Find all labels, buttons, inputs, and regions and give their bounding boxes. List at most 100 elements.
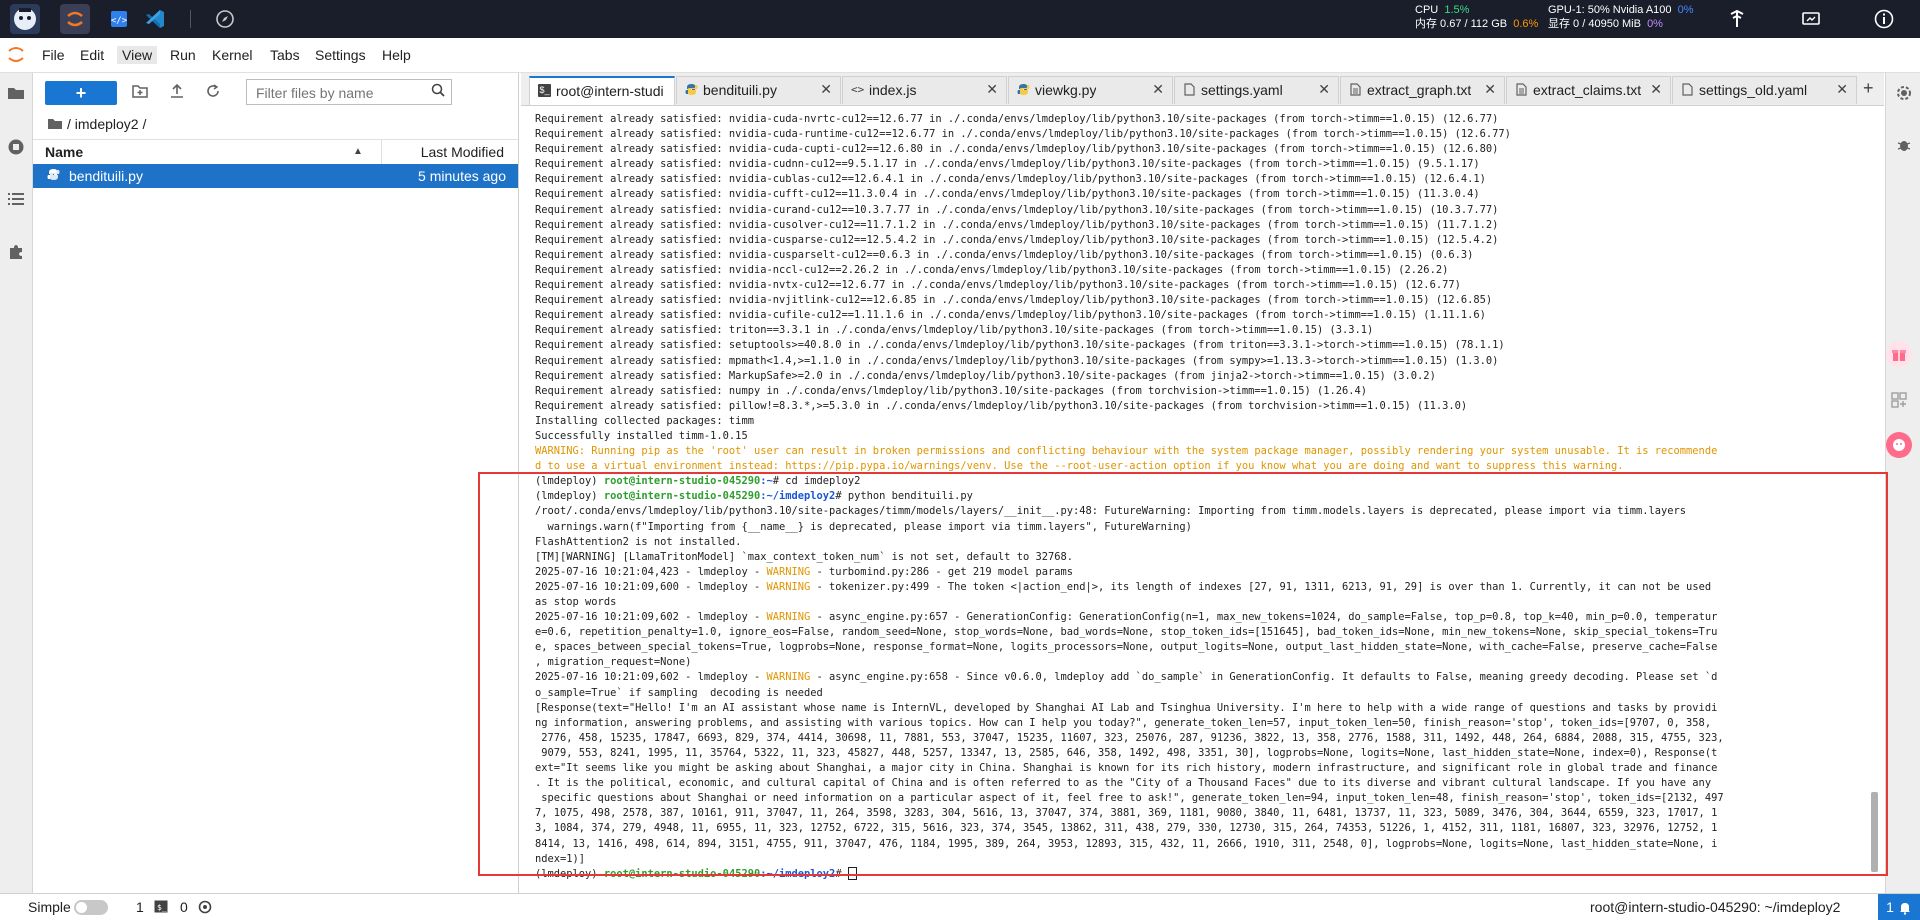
python-icon xyxy=(685,83,698,96)
apps-grid-icon[interactable] xyxy=(1886,387,1912,413)
terminal-log-line: 2025-07-16 10:21:04,423 - lmdeploy - WAR… xyxy=(535,565,1074,578)
breadcrumb-path[interactable]: / imdeploy2 / xyxy=(67,116,146,132)
file-icon xyxy=(1681,83,1694,96)
folder-icon[interactable] xyxy=(6,85,26,105)
terminal-response-line: 9079, 553, 8241, 1995, 11, 35764, 5322, … xyxy=(535,746,1718,759)
column-modified-header[interactable]: Last Modified xyxy=(421,144,504,160)
terminal-scrollbar-thumb[interactable] xyxy=(1871,792,1878,872)
tab-extract-claims[interactable]: extract_claims.txt ✕ xyxy=(1506,76,1671,104)
column-name-header[interactable]: Name xyxy=(45,144,83,160)
terminal-requirement-line: Requirement already satisfied: mpmath<1.… xyxy=(535,354,1499,367)
python-icon xyxy=(1017,83,1030,96)
close-tab-icon[interactable]: ✕ xyxy=(1152,81,1164,98)
new-folder-icon[interactable] xyxy=(130,83,150,103)
close-tab-icon[interactable]: ✕ xyxy=(820,81,832,98)
file-row[interactable]: bendituili.py 5 minutes ago xyxy=(33,164,518,188)
terminal-icon: $_ xyxy=(538,84,551,97)
terminal-requirement-line: Requirement already satisfied: numpy in … xyxy=(535,384,1368,397)
new-launcher-button[interactable]: + xyxy=(45,81,117,105)
terminal-requirement-line: Requirement already satisfied: pillow!=8… xyxy=(535,399,1468,412)
screen-share-icon[interactable] xyxy=(1800,8,1822,30)
terminal-line: e, spaces_between_special_tokens=True, l… xyxy=(535,641,1718,654)
close-tab-icon[interactable]: ✕ xyxy=(1484,81,1496,98)
file-filter-input[interactable] xyxy=(254,81,428,105)
bell-icon xyxy=(1899,903,1910,915)
file-browser: + / imdeploy2 / Name ▲ Last Modified ben… xyxy=(33,73,519,893)
upload-icon[interactable] xyxy=(167,83,187,103)
menu-file[interactable]: File xyxy=(37,46,70,64)
extensions-icon[interactable] xyxy=(6,243,26,263)
terminal-cursor xyxy=(847,867,857,881)
column-resizer[interactable] xyxy=(381,140,382,164)
cpu-stats: CPU 1.5% 内存 0.67 / 112 GB 0.6% xyxy=(1415,4,1539,30)
notifications-button[interactable]: 1 xyxy=(1878,894,1920,920)
terminal-requirement-line: Requirement already satisfied: MarkupSaf… xyxy=(535,369,1436,382)
tab-settings-old[interactable]: settings_old.yaml ✕ xyxy=(1672,76,1857,104)
terminal-response-line: specific questions about Shanghai or nee… xyxy=(535,792,1724,805)
menu-help[interactable]: Help xyxy=(377,46,416,64)
close-tab-icon[interactable]: ✕ xyxy=(1836,81,1848,98)
simple-mode-toggle[interactable] xyxy=(74,900,108,915)
add-tab-icon[interactable]: + xyxy=(1863,78,1874,99)
terminal-requirement-line: Requirement already satisfied: nvidia-cu… xyxy=(535,233,1499,246)
simple-mode-label: Simple xyxy=(28,899,71,915)
menu-view[interactable]: View xyxy=(117,46,158,64)
terminal-requirement-line: Requirement already satisfied: nvidia-cu… xyxy=(535,203,1499,216)
terminal-scrollbar-track[interactable] xyxy=(1871,112,1879,876)
file-name[interactable]: bendituili.py xyxy=(69,168,143,184)
top-bar: </> CPU 1.5% 内存 0.67 / 112 GB 0.6% GPU-1… xyxy=(0,0,1920,38)
terminal-requirement-line: Requirement already satisfied: nvidia-nc… xyxy=(535,263,1449,276)
vscode-app-icon[interactable] xyxy=(140,4,170,34)
close-tab-icon[interactable]: ✕ xyxy=(1318,81,1330,98)
terminal-log-line: 2025-07-16 10:21:09,602 - lmdeploy - WAR… xyxy=(535,611,1718,624)
compass-icon[interactable] xyxy=(210,4,240,34)
terminal-requirement-line: Requirement already satisfied: nvidia-cu… xyxy=(535,173,1486,186)
brand-icon[interactable] xyxy=(1726,8,1748,30)
terminal-log-line: 2025-07-16 10:21:09,602 - lmdeploy - WAR… xyxy=(535,671,1718,684)
close-tab-icon[interactable]: ✕ xyxy=(1650,81,1662,98)
python-file-icon xyxy=(47,168,60,184)
status-right-text: root@intern-studio-045290: ~/imdeploy2 xyxy=(1590,899,1841,915)
breadcrumb-folder-icon xyxy=(47,117,63,133)
menu-run[interactable]: Run xyxy=(165,46,201,64)
status-bar: Simple 1 $_ 0 root@intern-studio-045290:… xyxy=(0,893,1920,920)
tab-index-js[interactable]: <> index.js ✕ xyxy=(842,76,1007,104)
info-icon[interactable] xyxy=(1873,8,1895,30)
tab-extract-graph[interactable]: extract_graph.txt ✕ xyxy=(1340,76,1505,104)
menu-tabs[interactable]: Tabs xyxy=(265,46,305,64)
svg-text:</>: </> xyxy=(111,16,128,26)
tab-terminal[interactable]: $_ root@intern-studi xyxy=(529,76,675,105)
tab-bendituili[interactable]: bendituili.py ✕ xyxy=(676,76,841,104)
property-inspector-icon[interactable] xyxy=(1894,85,1914,105)
tab-settings-yaml[interactable]: settings.yaml ✕ xyxy=(1174,76,1339,104)
terminal-requirement-line: Requirement already satisfied: nvidia-cu… xyxy=(535,143,1499,156)
running-kernels-icon[interactable] xyxy=(6,138,26,158)
debugger-icon[interactable] xyxy=(1894,137,1914,157)
terminal-requirement-line: Requirement already satisfied: nvidia-cu… xyxy=(535,158,1480,171)
refresh-icon[interactable] xyxy=(203,83,223,103)
menu-kernel[interactable]: Kernel xyxy=(207,46,257,64)
assistant-avatar-icon[interactable] xyxy=(1886,432,1912,458)
jupyter-app-icon[interactable] xyxy=(60,4,90,34)
kernel-count: 0 xyxy=(180,899,188,915)
terminal-line: /root/.conda/envs/lmdeploy/lib/python3.1… xyxy=(535,505,1687,518)
file-filter-field[interactable] xyxy=(246,79,452,105)
kernel-status-icon[interactable] xyxy=(198,900,212,917)
close-tab-icon[interactable]: ✕ xyxy=(986,81,998,98)
terminal-requirement-line: Requirement already satisfied: nvidia-cu… xyxy=(535,309,1486,322)
app-logo-icon[interactable] xyxy=(10,4,40,34)
svg-text:$_: $_ xyxy=(157,903,167,912)
terminal-response-line: [Response(text="Hello! I'm an AI assista… xyxy=(535,701,1718,714)
menu-edit[interactable]: Edit xyxy=(75,46,109,64)
gift-icon[interactable] xyxy=(1886,341,1912,367)
table-of-contents-icon[interactable] xyxy=(6,191,26,211)
terminal-status-icon[interactable]: $_ xyxy=(154,900,168,916)
breadcrumb[interactable]: / imdeploy2 / xyxy=(47,116,146,133)
terminal-output[interactable]: Requirement already satisfied: nvidia-cu… xyxy=(535,112,1865,887)
terminal-line: as stop words xyxy=(535,596,617,608)
menu-settings[interactable]: Settings xyxy=(310,46,371,64)
tab-viewkg[interactable]: viewkg.py ✕ xyxy=(1008,76,1173,104)
terminal-prompt-line: (lmdeploy) root@intern-studio-045290:~# … xyxy=(535,475,861,488)
code-editor-app-icon[interactable]: </> xyxy=(104,4,134,34)
sort-ascending-icon[interactable]: ▲ xyxy=(353,146,363,157)
